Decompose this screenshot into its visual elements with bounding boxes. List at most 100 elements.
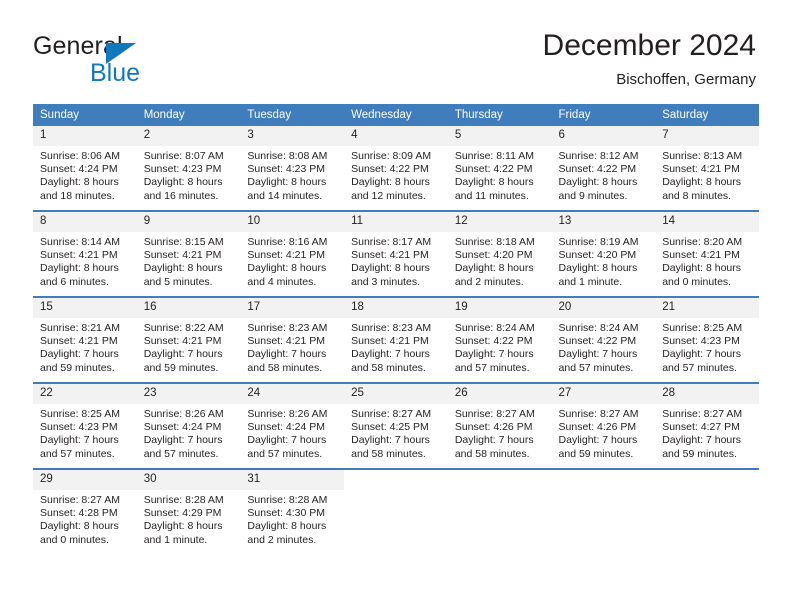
day-number: 19 [447,298,552,318]
day-number: 30 [136,470,241,490]
daylight-text-line1: Daylight: 8 hours [247,520,327,533]
weekday-header-sunday: Sunday [33,104,137,126]
sunrise-text: Sunrise: 8:23 AM [351,322,432,334]
daylight-text-line2: and 9 minutes. [558,189,628,202]
sunset-text: Sunset: 4:23 PM [662,335,740,348]
daylight-text-line2: and 58 minutes. [351,447,426,460]
calendar-day-cell[interactable]: 9 Sunrise: 8:15 AM Sunset: 4:21 PM Daylight… [136,212,241,296]
daylight-text-line1: Daylight: 7 hours [143,348,223,361]
sunrise-text: Sunrise: 8:18 AM [454,236,535,248]
calendar-day-cell[interactable]: 31 Sunrise: 8:28 AM Sunset: 4:30 PM Dayligh… [240,470,345,554]
calendar-day-cell[interactable]: 29 Sunrise: 8:27 AM Sunset: 4:28 PM Dayligh… [33,470,137,554]
sunrise-text: Sunrise: 8:27 AM [40,494,120,506]
calendar-day-cell[interactable]: 30 Sunrise: 8:28 AM Sunset: 4:29 PM Dayligh… [136,470,241,554]
calendar-day-cell[interactable]: 19 Sunrise: 8:24 AM Sunset: 4:22 PM Dayligh… [447,298,552,382]
calendar-day-cell[interactable]: 26 Sunrise: 8:27 AM Sunset: 4:26 PM Dayligh… [447,384,552,468]
day-number: 29 [33,470,137,490]
daylight-text-line1: Daylight: 7 hours [351,434,430,447]
calendar-day-cell[interactable]: 6 Sunrise: 8:12 AM Sunset: 4:22 PM Daylight… [551,126,656,210]
daylight-text-line1: Daylight: 7 hours [454,348,534,361]
daylight-text-line2: and 59 minutes. [143,361,219,374]
day-number [551,470,656,490]
daylight-text-line1: Daylight: 8 hours [558,176,638,189]
daylight-text-line2: and 1 minute. [558,275,623,288]
sunset-text: Sunset: 4:24 PM [143,421,222,434]
calendar-day-cell[interactable]: 16 Sunrise: 8:22 AM Sunset: 4:21 PM Dayligh… [136,298,241,382]
calendar-day-cell[interactable]: 14 Sunrise: 8:20 AM Sunset: 4:21 PM Dayligh… [655,212,759,296]
calendar-day-cell[interactable]: 4 Sunrise: 8:09 AM Sunset: 4:22 PM Daylight… [344,126,448,210]
calendar-day-cell[interactable]: 27 Sunrise: 8:27 AM Sunset: 4:26 PM Dayligh… [551,384,656,468]
day-number: 15 [33,298,137,318]
sunrise-text: Sunrise: 8:17 AM [351,236,432,248]
daylight-text-line2: and 59 minutes. [40,361,115,374]
calendar-day-cell[interactable]: 25 Sunrise: 8:27 AM Sunset: 4:25 PM Dayligh… [344,384,448,468]
calendar-day-cell[interactable]: 22 Sunrise: 8:25 AM Sunset: 4:23 PM Dayligh… [33,384,137,468]
calendar-day-cell[interactable]: 8 Sunrise: 8:14 AM Sunset: 4:21 PM Daylight… [33,212,137,296]
day-number: 1 [33,126,137,146]
daylight-text-line1: Daylight: 8 hours [40,262,119,275]
sunset-text: Sunset: 4:21 PM [351,249,429,262]
day-number: 20 [551,298,656,318]
sunrise-text: Sunrise: 8:27 AM [454,408,535,420]
day-details: Sunrise: 8:16 AM Sunset: 4:21 PM Daylight:… [240,232,344,289]
calendar-day-cell[interactable]: 3 Sunrise: 8:08 AM Sunset: 4:23 PM Daylight… [240,126,345,210]
calendar-day-cell[interactable]: 18 Sunrise: 8:23 AM Sunset: 4:21 PM Dayligh… [344,298,448,382]
sunset-text: Sunset: 4:27 PM [662,421,740,434]
weekday-header-thursday: Thursday [447,104,552,126]
calendar-day-cell[interactable]: 13 Sunrise: 8:19 AM Sunset: 4:20 PM Dayligh… [551,212,656,296]
day-number: 18 [344,298,448,318]
sunrise-text: Sunrise: 8:21 AM [40,322,120,334]
daylight-text-line2: and 11 minutes. [454,189,529,202]
calendar-day-cell[interactable]: 15 Sunrise: 8:21 AM Sunset: 4:21 PM Dayligh… [33,298,137,382]
calendar-day-cell[interactable]: 23 Sunrise: 8:26 AM Sunset: 4:24 PM Dayligh… [136,384,241,468]
calendar-day-cell[interactable]: 28 Sunrise: 8:27 AM Sunset: 4:27 PM Dayligh… [655,384,759,468]
sunrise-text: Sunrise: 8:23 AM [247,322,328,334]
calendar-day-cell[interactable]: 21 Sunrise: 8:25 AM Sunset: 4:23 PM Dayligh… [655,298,759,382]
day-details: Sunrise: 8:09 AM Sunset: 4:22 PM Daylight:… [344,146,448,203]
calendar-day-cell[interactable]: 2 Sunrise: 8:07 AM Sunset: 4:23 PM Daylight… [136,126,241,210]
daylight-text-line1: Daylight: 7 hours [662,434,742,447]
sunset-text: Sunset: 4:21 PM [40,249,118,262]
sunset-text: Sunset: 4:26 PM [454,421,533,434]
sunset-text: Sunset: 4:23 PM [40,421,118,434]
day-details: Sunrise: 8:27 AM Sunset: 4:26 PM Daylight:… [552,404,656,461]
day-details: Sunrise: 8:28 AM Sunset: 4:29 PM Daylight:… [137,490,241,547]
day-number: 2 [136,126,241,146]
day-number: 25 [344,384,448,404]
daylight-text-line2: and 57 minutes. [40,447,115,460]
calendar-day-cell[interactable]: 7 Sunrise: 8:13 AM Sunset: 4:21 PM Daylight… [655,126,759,210]
day-details: Sunrise: 8:27 AM Sunset: 4:25 PM Daylight:… [344,404,448,461]
day-number: 8 [33,212,137,232]
generalblue-logo[interactable]: General Blue [33,32,233,88]
weekday-header-friday: Friday [551,104,656,126]
daylight-text-line2: and 0 minutes. [662,275,732,288]
sunrise-text: Sunrise: 8:12 AM [558,150,639,162]
day-details: Sunrise: 8:28 AM Sunset: 4:30 PM Daylight:… [240,490,344,547]
day-details: Sunrise: 8:23 AM Sunset: 4:21 PM Daylight:… [344,318,448,375]
daylight-text-line1: Daylight: 7 hours [558,348,638,361]
calendar-day-cell[interactable]: 12 Sunrise: 8:18 AM Sunset: 4:20 PM Dayligh… [447,212,552,296]
day-details: Sunrise: 8:15 AM Sunset: 4:21 PM Daylight:… [137,232,241,289]
sunset-text: Sunset: 4:22 PM [558,335,637,348]
daylight-text-line1: Daylight: 7 hours [247,348,327,361]
sunrise-text: Sunrise: 8:07 AM [143,150,224,162]
calendar-day-cell[interactable]: 1 Sunrise: 8:06 AM Sunset: 4:24 PM Daylight… [33,126,137,210]
calendar-day-cell[interactable]: 24 Sunrise: 8:26 AM Sunset: 4:24 PM Dayligh… [240,384,345,468]
daylight-text-line2: and 0 minutes. [40,533,109,546]
daylight-text-line2: and 58 minutes. [351,361,426,374]
calendar-day-cell[interactable]: 10 Sunrise: 8:16 AM Sunset: 4:21 PM Dayligh… [240,212,345,296]
calendar-day-cell[interactable]: 5 Sunrise: 8:11 AM Sunset: 4:22 PM Daylight… [447,126,552,210]
daylight-text-line2: and 58 minutes. [454,447,530,460]
daylight-text-line2: and 16 minutes. [143,189,219,202]
sunset-text: Sunset: 4:30 PM [247,507,326,520]
calendar-day-cell[interactable]: 17 Sunrise: 8:23 AM Sunset: 4:21 PM Dayligh… [240,298,345,382]
day-details: Sunrise: 8:21 AM Sunset: 4:21 PM Daylight:… [33,318,137,375]
sunset-text: Sunset: 4:21 PM [662,163,740,176]
sunset-text: Sunset: 4:21 PM [247,335,326,348]
calendar-day-cell[interactable]: 11 Sunrise: 8:17 AM Sunset: 4:21 PM Dayligh… [344,212,448,296]
day-number: 3 [240,126,345,146]
calendar-day-cell[interactable]: 20 Sunrise: 8:24 AM Sunset: 4:22 PM Dayligh… [551,298,656,382]
sunset-text: Sunset: 4:22 PM [454,163,533,176]
sunset-text: Sunset: 4:20 PM [558,249,637,262]
day-number [447,470,552,490]
